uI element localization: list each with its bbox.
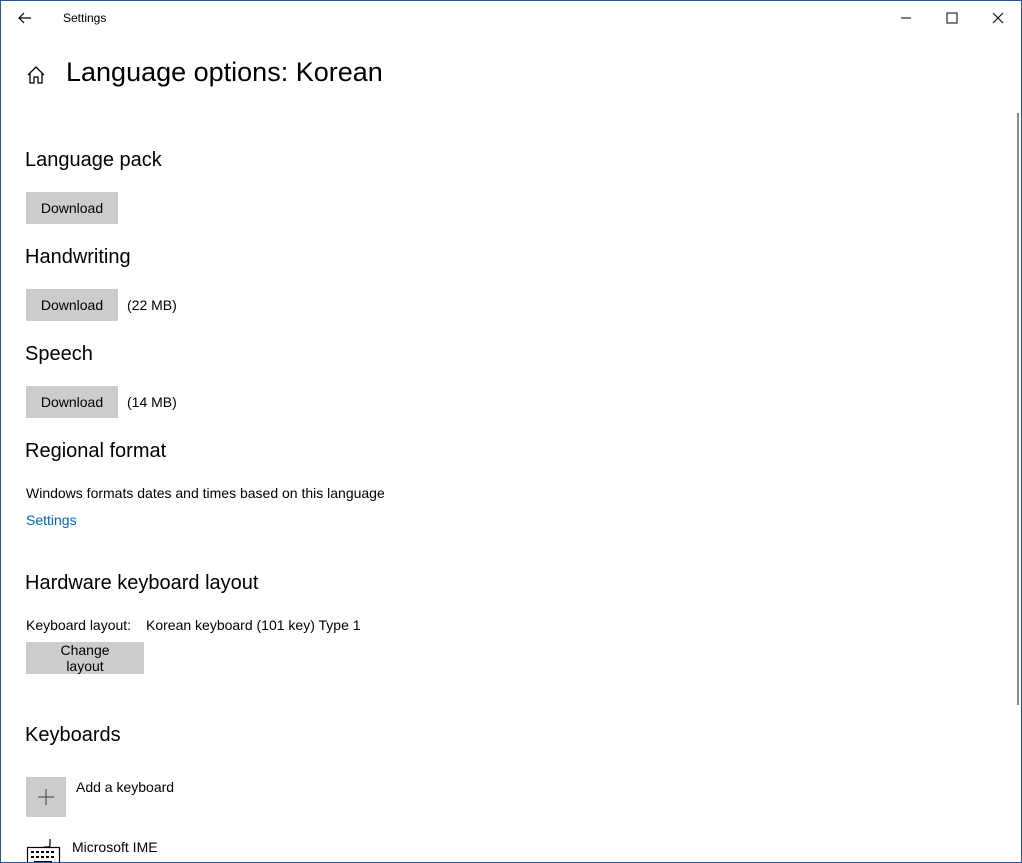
keyboard-item-name[interactable]: Microsoft IME — [72, 839, 158, 855]
speech-heading: Speech — [25, 343, 93, 365]
window-title: Settings — [63, 11, 107, 25]
plus-icon[interactable] — [26, 777, 66, 817]
vertical-scrollbar[interactable] — [1017, 113, 1019, 705]
add-keyboard-label[interactable]: Add a keyboard — [76, 779, 174, 795]
speech-size: (14 MB) — [127, 394, 177, 410]
hardware-keyboard-heading: Hardware keyboard layout — [25, 572, 259, 594]
keyboard-icon — [26, 839, 62, 862]
keyboards-heading: Keyboards — [25, 724, 121, 746]
back-arrow-icon[interactable] — [10, 5, 40, 31]
handwriting-size: (22 MB) — [127, 297, 177, 313]
change-layout-button[interactable]: Change layout — [26, 642, 144, 674]
minimize-icon[interactable] — [883, 1, 929, 35]
speech-download-button[interactable]: Download — [26, 386, 118, 418]
maximize-icon[interactable] — [929, 1, 975, 35]
home-icon[interactable] — [25, 64, 47, 86]
language-pack-heading: Language pack — [25, 149, 162, 171]
regional-format-description: Windows formats dates and times based on… — [26, 485, 385, 501]
language-pack-download-button[interactable]: Download — [26, 192, 118, 224]
settings-window: Settings Language options: Korean Langua… — [0, 0, 1022, 863]
keyboard-layout-label: Keyboard layout: — [26, 617, 132, 633]
handwriting-heading: Handwriting — [25, 246, 131, 268]
close-icon[interactable] — [975, 1, 1021, 35]
regional-format-settings-link[interactable]: Settings — [26, 512, 77, 528]
title-bar: Settings — [1, 1, 1021, 35]
handwriting-download-button[interactable]: Download — [26, 289, 118, 321]
keyboard-layout-value: Korean keyboard (101 key) Type 1 — [146, 617, 361, 633]
regional-format-heading: Regional format — [25, 440, 167, 462]
page-title: Language options: Korean — [66, 57, 383, 87]
